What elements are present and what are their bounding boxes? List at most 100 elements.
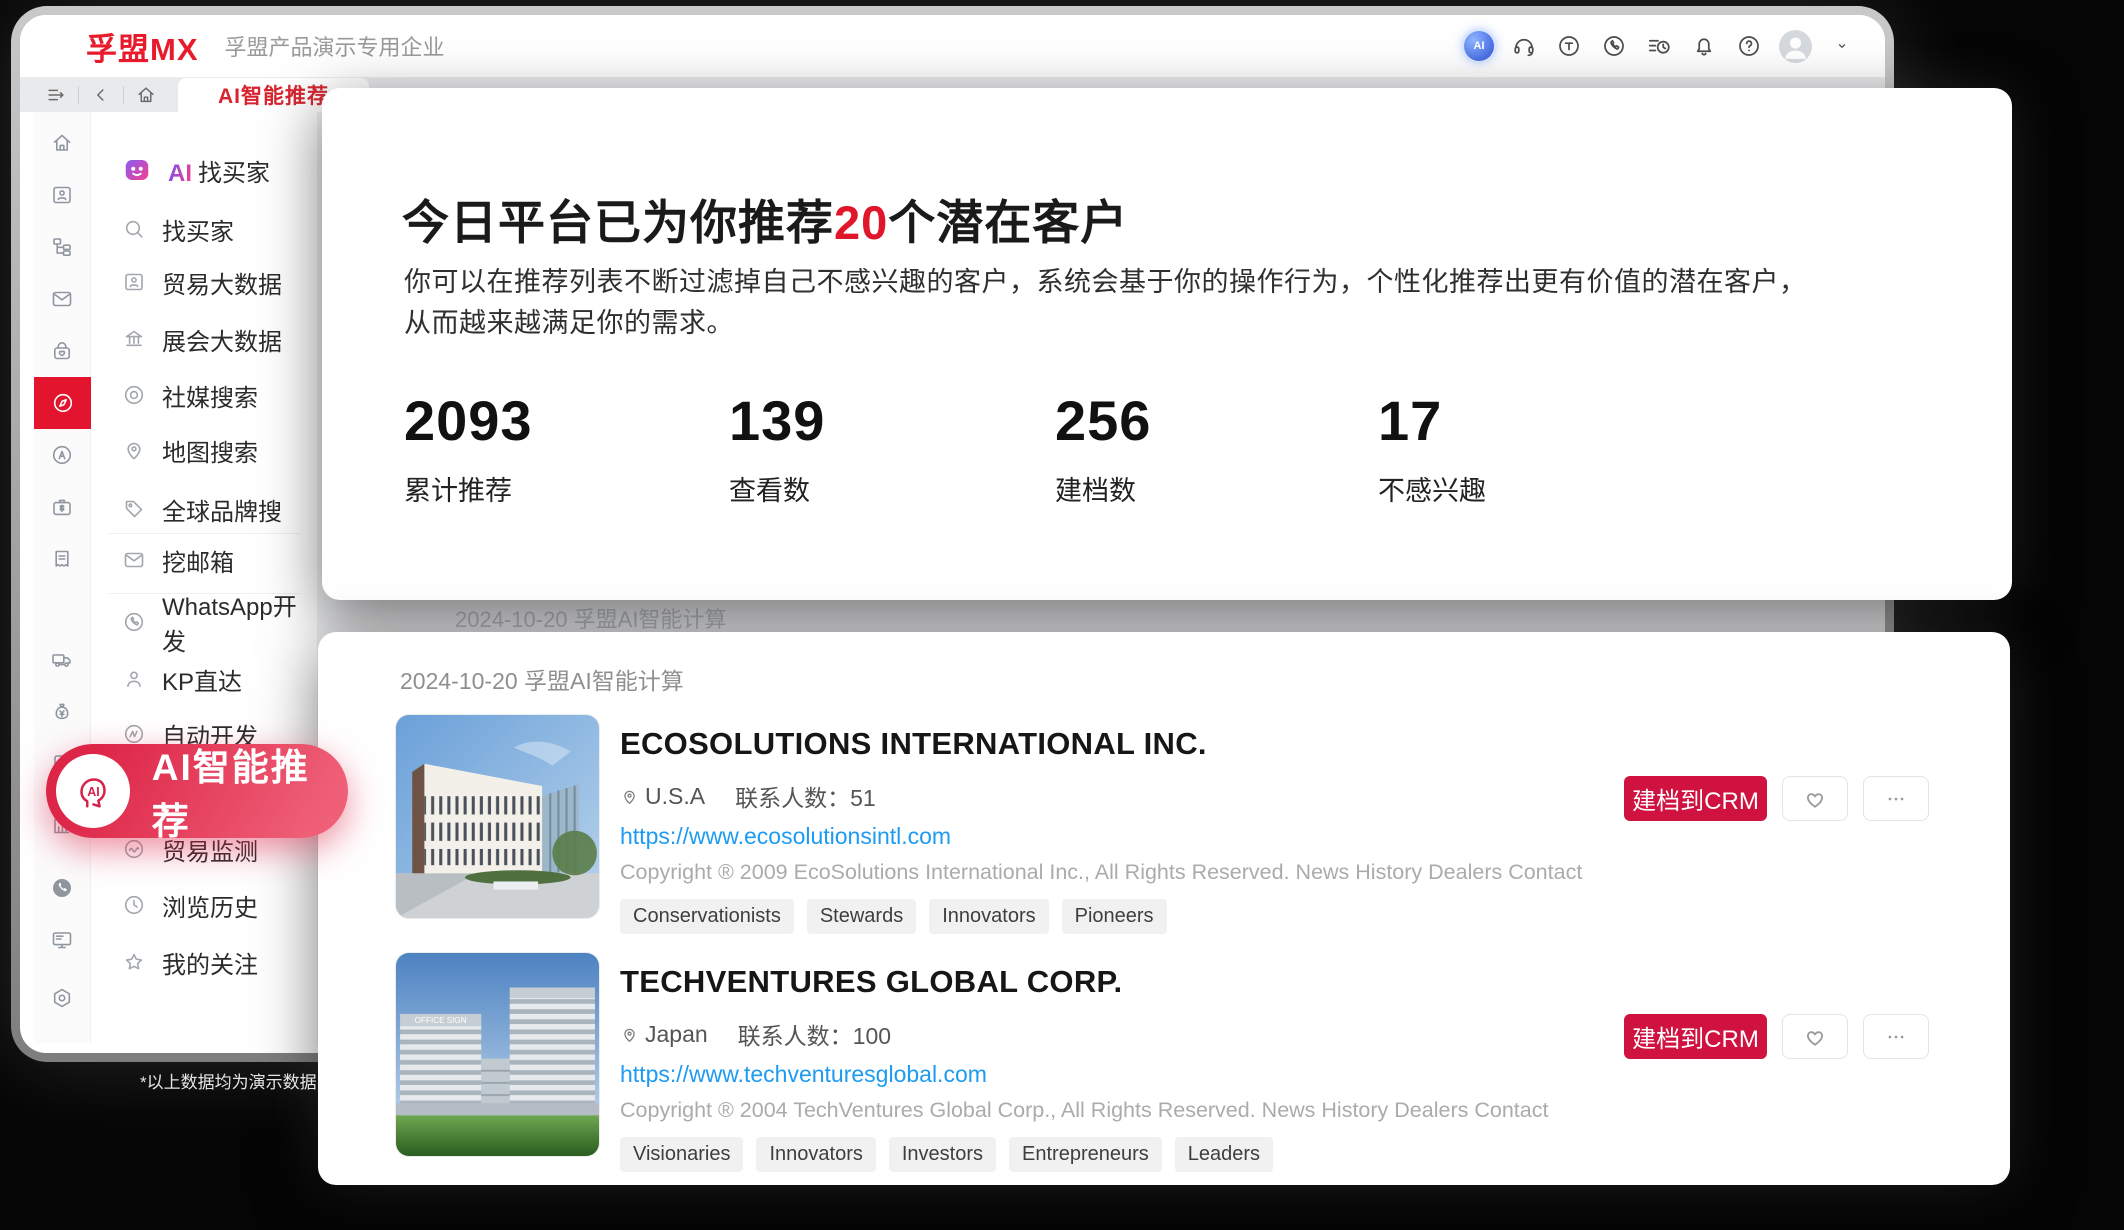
company-contacts-count: 联系人数：51 [735,779,876,813]
rail-contacts-icon[interactable] [40,173,84,217]
menu-divider [108,593,301,594]
ai-box-icon [122,155,152,185]
rail-whatsapp-icon[interactable] [40,866,84,910]
favorite-button[interactable] [1782,1014,1848,1059]
company-contacts-count: 联系人数：100 [738,1017,891,1051]
sidebar-menu: AI找买家找买家贸易大数据展会大数据社媒搜索地图搜索全球品牌搜挖邮箱 WhatsA… [92,112,318,1043]
company-info: TECHVENTURES GLOBAL CORP.Japan联系人数：100ht… [620,952,1829,1172]
company-actions: 建档到CRM [1624,776,1929,821]
rail-money-bag-icon[interactable] [40,690,84,734]
peek-date-line: 2024-10-20 孚盟AI智能计算 [455,602,726,634]
svg-text:OFFICE SIGN: OFFICE SIGN [415,1016,467,1025]
list-date-line: 2024-10-20 孚盟AI智能计算 [400,662,684,696]
more-button[interactable] [1863,1014,1929,1059]
stat-block: 256建档数 [1055,388,1151,508]
avatar[interactable] [1779,30,1812,63]
icon-rail [34,112,91,1043]
company-row[interactable]: OFFICE SIGNTECHVENTURES GLOBAL CORP.Japa… [395,952,1929,1162]
menu-item-map-search[interactable]: 地图搜索 [122,428,307,472]
menu-item-mail-mining-label: 挖邮箱 [162,543,234,578]
bank-icon [122,327,146,351]
favorite-button[interactable] [1782,776,1848,821]
summary-description: 你可以在推荐列表不断过滤掉自己不感兴趣的客户，系统会基于你的操作行为，个性化推荐… [404,262,1812,344]
translate-icon[interactable] [1554,31,1584,61]
rail-compass-icon[interactable] [34,377,91,429]
tabbar-divider [123,86,124,104]
tag-chip: Entrepreneurs [1009,1137,1162,1172]
tag-chip: Conservationists [620,899,794,934]
company-copyright: Copyright ® 2009 EcoSolutions Internatio… [620,860,1829,885]
menu-item-ai-find-buyers[interactable]: AI找买家 [122,148,307,192]
summary-title-suffix: 个潜在客户 [888,196,1128,249]
summary-title: 今日平台已为你推荐20个潜在客户 [402,184,1128,253]
menu-item-whatsapp-dev-label: WhatsApp开发 [162,587,307,657]
menu-item-trade-big-data-label: 贸易大数据 [162,265,282,300]
rail-briefcase-dollar-icon[interactable] [40,485,84,529]
ai-recommend-fab[interactable]: AI AI智能推荐 [46,744,348,838]
rail-settings-icon[interactable] [40,976,84,1020]
menu-item-social-search[interactable]: 社媒搜索 [122,373,307,417]
company-thumbnail[interactable] [395,714,600,919]
company-name[interactable]: ECOSOLUTIONS INTERNATIONAL INC. [620,726,1829,762]
menu-item-kp-direct[interactable]: KP直达 [122,657,307,701]
menu-item-whatsapp-dev[interactable]: WhatsApp开发 [122,600,307,644]
tag-chip: Leaders [1175,1137,1273,1172]
search-icon [122,217,146,241]
tag-chip: Innovators [756,1137,875,1172]
social-icon [122,383,146,407]
notification-bell-icon[interactable] [1689,31,1719,61]
help-icon[interactable] [1734,31,1764,61]
menu-item-global-brand-search[interactable]: 全球品牌搜 [122,487,307,531]
task-history-icon[interactable] [1644,31,1674,61]
company-name[interactable]: TECHVENTURES GLOBAL CORP. [620,964,1829,1000]
tabbar-controls [40,81,162,109]
company-country: U.S.A [645,783,705,810]
rail-org-chart-icon[interactable] [40,225,84,269]
rail-circle-a-icon[interactable] [40,433,84,477]
ai-assistant-icon[interactable]: AI [1464,31,1494,61]
location-pin-icon [620,1025,639,1044]
company-website-link[interactable]: https://www.ecosolutionsintl.com [620,823,1829,850]
location-pin-icon [620,787,639,806]
rail-delivery-truck-icon[interactable] [40,638,84,682]
collapse-sidebar-icon[interactable] [40,81,72,109]
top-chrome-bar: 孚盟MX 孚盟产品演示专用企业 AI [20,15,1885,78]
menu-item-my-follow[interactable]: 我的关注 [122,940,307,984]
profile-menu-chevron-icon[interactable] [1827,31,1857,61]
tag-chip: Pioneers [1062,899,1167,934]
rail-shopping-bag-icon[interactable] [40,329,84,373]
whatsapp-icon[interactable] [1599,31,1629,61]
home-tab-icon[interactable] [130,81,162,109]
menu-item-find-buyers[interactable]: 找买家 [122,207,307,251]
company-actions: 建档到CRM [1624,1014,1929,1059]
company-row[interactable]: ECOSOLUTIONS INTERNATIONAL INC. U.S.A 联系人数… [395,714,1929,924]
stat-value: 256 [1055,388,1151,453]
menu-item-mail-mining[interactable]: 挖邮箱 [122,538,307,582]
company-account-name: 孚盟产品演示专用企业 [225,30,445,62]
company-website-link[interactable]: https://www.techventuresglobal.com [620,1061,1829,1088]
menu-item-trade-big-data[interactable]: 贸易大数据 [122,260,307,304]
summary-card: 今日平台已为你推荐20个潜在客户 你可以在推荐列表不断过滤掉自己不感兴趣的客户，… [322,88,2012,600]
tag-icon [122,497,146,521]
stat-block: 17不感兴趣 [1378,388,1486,508]
company-thumbnail[interactable]: OFFICE SIGN [395,952,600,1157]
stat-value: 2093 [404,388,533,453]
rail-mail-icon[interactable] [40,277,84,321]
rail-home-icon[interactable] [40,121,84,165]
rail-monitor-icon[interactable] [40,918,84,962]
ai-gradient-text: AI [168,160,192,187]
more-button[interactable] [1863,776,1929,821]
stat-value: 139 [729,388,825,453]
menu-item-expo-big-data[interactable]: 展会大数据 [122,317,307,361]
back-icon[interactable] [85,81,117,109]
menu-item-global-brand-search-label: 全球品牌搜 [162,492,282,527]
rail-receipt-icon[interactable] [40,537,84,581]
company-copyright: Copyright ® 2004 TechVentures Global Cor… [620,1098,1829,1123]
crm-button[interactable]: 建档到CRM [1624,1014,1767,1059]
menu-item-browse-history[interactable]: 浏览历史 [122,883,307,927]
headset-support-icon[interactable] [1509,31,1539,61]
company-tags: VisionariesInnovatorsInvestorsEntreprene… [620,1137,1829,1172]
stat-block: 2093累计推荐 [404,388,533,508]
crm-button[interactable]: 建档到CRM [1624,776,1767,821]
ai-head-icon: AI [56,754,130,828]
